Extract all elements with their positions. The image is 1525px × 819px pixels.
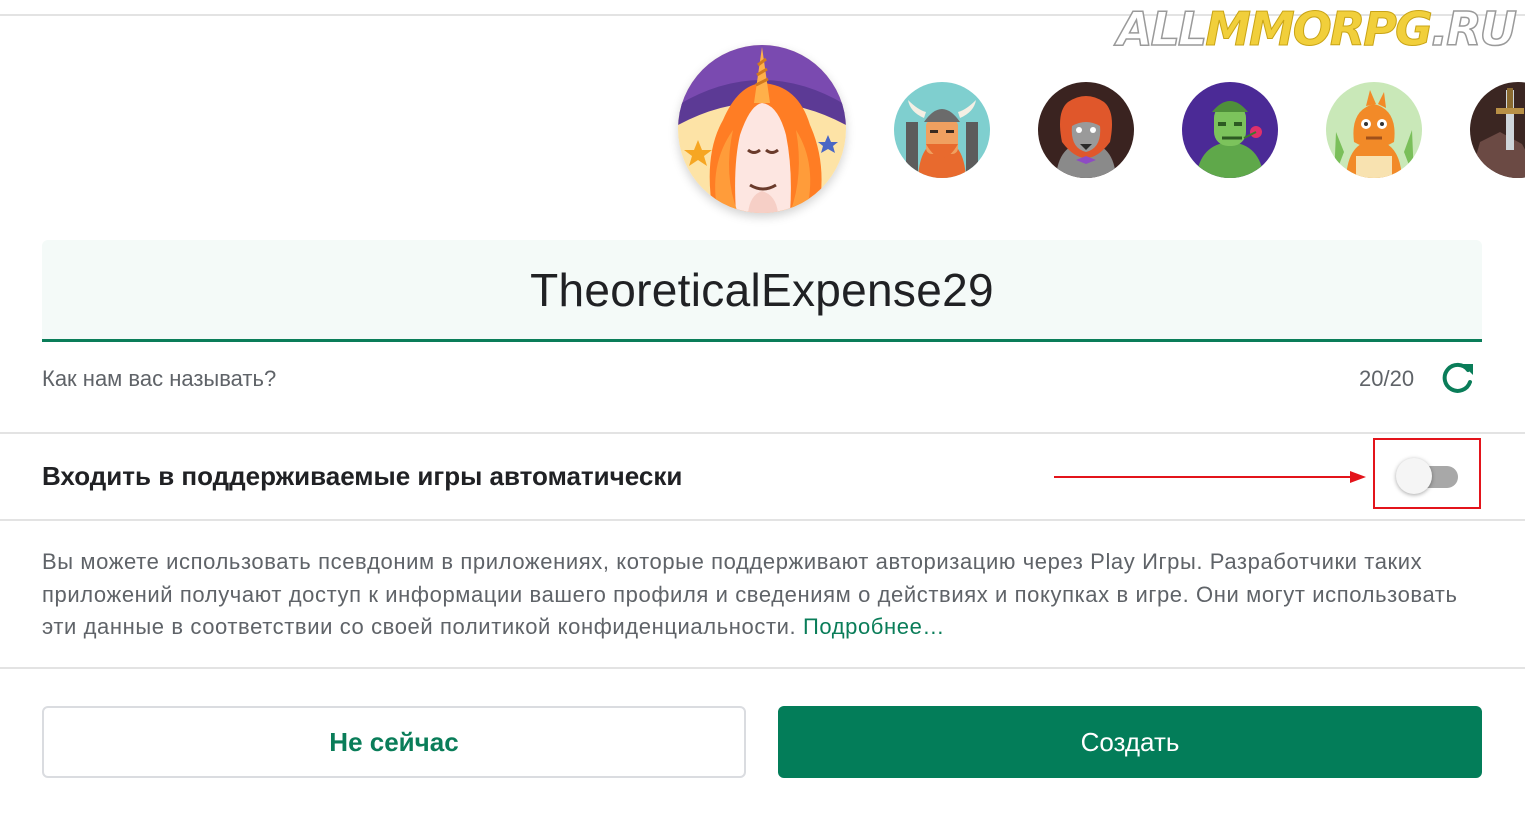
avatar-werewolf[interactable] bbox=[1038, 82, 1134, 178]
sword-in-stone-avatar-image bbox=[1470, 82, 1525, 178]
refresh-icon[interactable] bbox=[1440, 360, 1476, 396]
not-now-button[interactable]: Не сейчас bbox=[42, 706, 746, 778]
avatar-green-soldier[interactable] bbox=[1182, 82, 1278, 178]
toggle-thumb bbox=[1396, 458, 1432, 494]
avatar-orange-dragon[interactable] bbox=[1326, 82, 1422, 178]
privacy-description-text: Вы можете использовать псевдоним в прило… bbox=[42, 549, 1458, 639]
werewolf-avatar-image bbox=[1038, 82, 1134, 178]
divider bbox=[0, 432, 1525, 434]
annotation-arrow bbox=[1054, 471, 1366, 483]
viking-avatar-image bbox=[894, 82, 990, 178]
auto-signin-label: Входить в поддерживаемые игры автоматиче… bbox=[42, 461, 683, 491]
watermark-logo: ALLMMORPG.RU bbox=[1116, 2, 1518, 56]
privacy-description: Вы можете использовать псевдоним в прило… bbox=[42, 546, 1482, 644]
avatar-sword-in-stone[interactable] bbox=[1470, 82, 1525, 178]
avatar-viking[interactable] bbox=[894, 82, 990, 178]
description-scroll-area[interactable]: Вы можете использовать псевдоним в прило… bbox=[0, 520, 1525, 668]
nickname-hint: Как нам вас называть? bbox=[42, 366, 277, 391]
nickname-input[interactable]: TheoreticalExpense29 bbox=[42, 240, 1482, 342]
green-soldier-avatar-image bbox=[1182, 82, 1278, 178]
nickname-value[interactable]: TheoreticalExpense29 bbox=[530, 263, 994, 317]
learn-more-link[interactable]: Подробнее… bbox=[803, 614, 945, 639]
create-button[interactable]: Создать bbox=[778, 706, 1482, 778]
avatar-unicorn-selected[interactable] bbox=[678, 45, 846, 213]
character-counter: 20/20 bbox=[1359, 366, 1415, 391]
unicorn-avatar-image bbox=[678, 45, 846, 213]
divider bbox=[0, 667, 1525, 669]
orange-dragon-avatar-image bbox=[1326, 82, 1422, 178]
auto-signin-toggle[interactable] bbox=[1396, 456, 1460, 496]
